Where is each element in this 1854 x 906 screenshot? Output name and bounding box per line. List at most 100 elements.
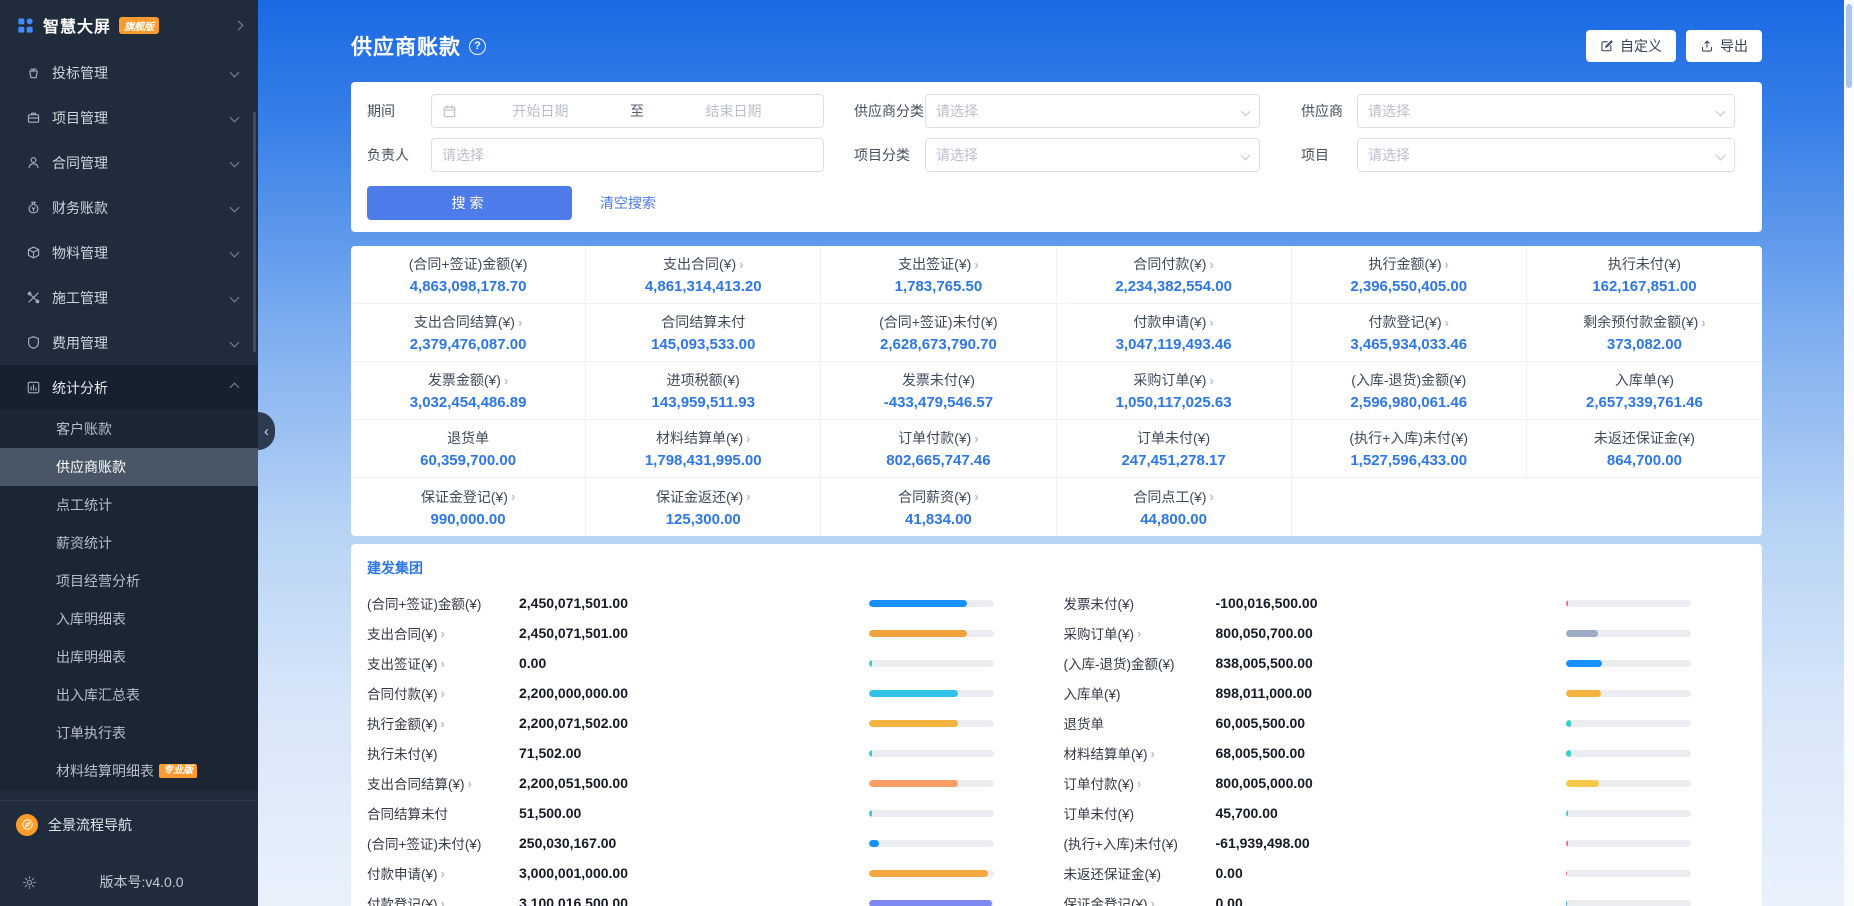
date-range-picker[interactable]: 至: [431, 94, 824, 128]
stat-value[interactable]: 4,863,098,178.70: [410, 278, 527, 295]
drill-arrow-icon[interactable]: [441, 866, 445, 881]
stat-label-text: (执行+入库)未付(¥): [1349, 430, 1469, 446]
end-date-input[interactable]: [654, 103, 813, 119]
submenu-item[interactable]: 出入库汇总表: [0, 676, 258, 714]
drill-arrow-icon[interactable]: [441, 896, 445, 906]
export-button[interactable]: 导出: [1686, 30, 1762, 62]
menu-item[interactable]: 项目管理: [0, 95, 258, 140]
metric-progress-track: [869, 839, 994, 847]
sidebar-scrollbar[interactable]: [253, 112, 256, 352]
menu-item[interactable]: 财务账款: [0, 185, 258, 230]
drill-arrow-icon: [746, 489, 750, 504]
search-button[interactable]: 搜索: [367, 186, 572, 220]
stat-value[interactable]: 2,396,550,405.00: [1350, 278, 1467, 295]
clear-search-link[interactable]: 清空搜索: [600, 193, 656, 213]
stat-label: 合同薪资(¥): [898, 487, 978, 507]
drill-arrow-icon[interactable]: [1137, 626, 1141, 641]
stat-value[interactable]: 247,451,278.17: [1121, 452, 1225, 469]
metric-label-text: 未返还保证金(¥): [1063, 867, 1162, 882]
stat-cell: 合同结算未付 145,093,533.00: [586, 304, 822, 362]
submenu-item[interactable]: 出库明细表: [0, 638, 258, 676]
drill-arrow-icon[interactable]: [441, 656, 445, 671]
submenu-item[interactable]: 客户账款: [0, 410, 258, 448]
statistics-submenu: 客户账款 供应商账款 点工统计 薪资统计 项目经营分析 入库明细表 出库明细表 …: [0, 410, 258, 790]
stat-value[interactable]: 3,465,934,033.46: [1350, 336, 1467, 353]
drill-arrow-icon: [1209, 373, 1213, 388]
owner-select[interactable]: [431, 138, 824, 172]
gear-icon[interactable]: [22, 875, 37, 890]
app-logo[interactable]: 智慧大屏 旗舰版: [0, 0, 258, 50]
stat-label-text: 进项税额(¥): [666, 372, 740, 388]
submenu-item[interactable]: 供应商账款: [0, 448, 258, 486]
supplier-name-link[interactable]: 建发集团: [367, 558, 423, 578]
stat-value[interactable]: 2,628,673,790.70: [880, 336, 997, 353]
stat-cell: 合同点工(¥) 44,800.00: [1057, 478, 1292, 536]
submenu-item[interactable]: 项目经营分析: [0, 562, 258, 600]
project-select[interactable]: 请选择: [1357, 138, 1735, 172]
submenu-item[interactable]: 入库明细表: [0, 600, 258, 638]
stat-value[interactable]: 3,032,454,486.89: [410, 394, 527, 411]
stat-value[interactable]: 1,798,431,995.00: [645, 452, 762, 469]
stat-value[interactable]: 125,300.00: [666, 511, 741, 528]
stat-label-text: 执行未付(¥): [1607, 256, 1681, 272]
stat-value[interactable]: 3,047,119,493.46: [1116, 336, 1232, 353]
menu-item[interactable]: 施工管理: [0, 275, 258, 320]
scrollbar-thumb[interactable]: [1846, 4, 1852, 88]
drill-arrow-icon[interactable]: [1151, 746, 1155, 761]
stat-value[interactable]: 1,527,596,433.00: [1350, 452, 1467, 469]
drill-arrow-icon[interactable]: [1137, 776, 1141, 791]
drill-arrow-icon[interactable]: [468, 776, 472, 791]
stat-value[interactable]: 802,665,747.46: [886, 452, 990, 469]
stat-value[interactable]: 2,234,382,554.00: [1115, 278, 1232, 295]
menu-item[interactable]: 统计分析: [0, 365, 258, 410]
drill-arrow-icon[interactable]: [441, 686, 445, 701]
submenu-item[interactable]: 点工统计: [0, 486, 258, 524]
menu-item[interactable]: 合同管理: [0, 140, 258, 185]
drill-arrow-icon[interactable]: [1151, 896, 1155, 906]
stat-value[interactable]: 2,379,476,087.00: [410, 336, 527, 353]
metric-progress-track: [1565, 749, 1691, 757]
metric-value: 800,005,000.00: [1215, 775, 1313, 791]
stat-value[interactable]: 2,596,980,061.46: [1350, 394, 1467, 411]
sidebar-item-process-navigation[interactable]: 全景流程导航: [0, 800, 258, 848]
stat-value[interactable]: 990,000.00: [431, 511, 506, 528]
stat-value[interactable]: 2,657,339,761.46: [1586, 394, 1703, 411]
menu-item[interactable]: 物料管理: [0, 230, 258, 275]
menu-item[interactable]: 费用管理: [0, 320, 258, 365]
stat-value[interactable]: 1,783,765.50: [895, 278, 983, 295]
stat-value[interactable]: 864,700.00: [1607, 452, 1682, 469]
help-icon[interactable]: [469, 37, 486, 55]
project-category-select[interactable]: 请选择: [925, 138, 1260, 172]
stat-value[interactable]: 373,082.00: [1607, 336, 1682, 353]
start-date-input[interactable]: [461, 103, 620, 119]
menu-icon: [26, 335, 41, 350]
stat-value[interactable]: 41,834.00: [905, 511, 972, 528]
stat-value[interactable]: 162,167,851.00: [1592, 278, 1696, 295]
stat-value[interactable]: 143,959,511.93: [652, 394, 755, 411]
chevron-right-icon[interactable]: [233, 20, 244, 30]
stat-value[interactable]: 145,093,533.00: [651, 336, 755, 353]
supplier-select[interactable]: 请选择: [1357, 94, 1735, 128]
pro-badge: 专业版: [159, 764, 197, 778]
stat-value[interactable]: 44,800.00: [1140, 511, 1207, 528]
customize-label: 自定义: [1620, 38, 1662, 54]
metric-progress-fill: [1565, 749, 1571, 757]
menu-item[interactable]: 投标管理: [0, 50, 258, 95]
metric-progress-fill: [869, 899, 992, 906]
owner-input[interactable]: [442, 147, 813, 163]
customize-button[interactable]: 自定义: [1586, 30, 1676, 62]
metric-progress-track: [869, 629, 994, 637]
vertical-scrollbar[interactable]: [1844, 0, 1854, 906]
submenu-item[interactable]: 薪资统计: [0, 524, 258, 562]
drill-arrow-icon[interactable]: [441, 626, 445, 641]
supplier-category-select[interactable]: 请选择: [925, 94, 1260, 128]
stat-value[interactable]: 4,861,314,413.20: [645, 278, 762, 295]
submenu-item[interactable]: 材料结算明细表 专业版: [0, 752, 258, 790]
stat-value[interactable]: -433,479,546.57: [884, 394, 993, 411]
drill-arrow-icon[interactable]: [441, 716, 445, 731]
submenu-item[interactable]: 订单执行表: [0, 714, 258, 752]
menu-label: 合同管理: [52, 154, 108, 171]
stat-value[interactable]: 1,050,117,025.63: [1116, 394, 1232, 411]
stat-value[interactable]: 60,359,700.00: [420, 452, 516, 469]
metric-progress-fill: [869, 599, 967, 607]
